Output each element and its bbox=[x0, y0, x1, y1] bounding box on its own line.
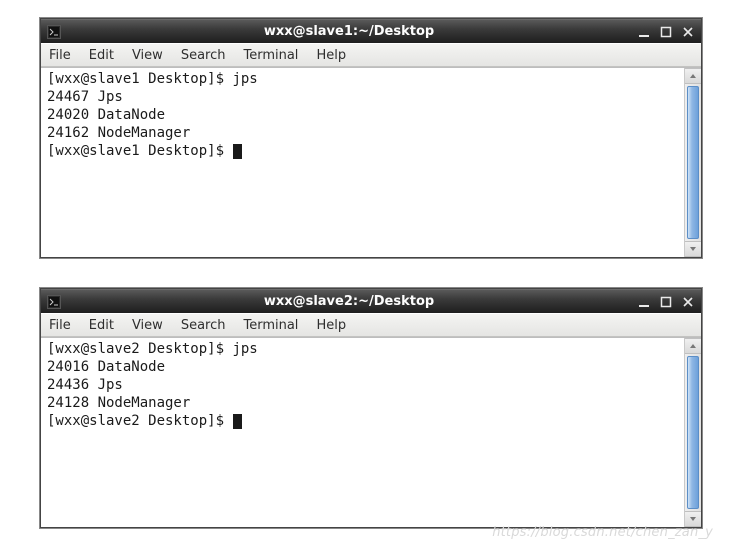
cursor-icon bbox=[233, 144, 242, 159]
terminal-line: 24467 Jps bbox=[47, 88, 678, 106]
cursor-icon bbox=[233, 414, 242, 429]
maximize-button[interactable] bbox=[659, 25, 673, 39]
terminal-line: [wxx@slave2 Desktop]$ bbox=[47, 412, 678, 430]
terminal-content[interactable]: [wxx@slave2 Desktop]$ jps24016 DataNode2… bbox=[41, 338, 684, 527]
menu-edit[interactable]: Edit bbox=[89, 48, 114, 63]
terminal-line: [wxx@slave2 Desktop]$ jps bbox=[47, 340, 678, 358]
scroll-thumb[interactable] bbox=[687, 86, 699, 239]
terminal-app-icon bbox=[47, 295, 61, 309]
terminal-line: 24016 DataNode bbox=[47, 358, 678, 376]
window-title: wxx@slave1:~/Desktop bbox=[67, 24, 631, 39]
menu-file[interactable]: File bbox=[49, 318, 71, 333]
menu-view[interactable]: View bbox=[132, 318, 163, 333]
scroll-down-button[interactable] bbox=[685, 511, 701, 527]
terminal-content[interactable]: [wxx@slave1 Desktop]$ jps24467 Jps24020 … bbox=[41, 68, 684, 257]
scroll-thumb[interactable] bbox=[687, 356, 699, 509]
menu-terminal[interactable]: Terminal bbox=[243, 318, 298, 333]
titlebar[interactable]: wxx@slave1:~/Desktop bbox=[41, 19, 701, 43]
scroll-up-button[interactable] bbox=[685, 338, 701, 354]
minimize-button[interactable] bbox=[637, 25, 651, 39]
scroll-up-button[interactable] bbox=[685, 68, 701, 84]
menu-help[interactable]: Help bbox=[316, 318, 346, 333]
terminal-app-icon bbox=[47, 25, 61, 39]
terminal-window: wxx@slave1:~/Desktop File Edit View Sear… bbox=[40, 18, 702, 258]
menu-search[interactable]: Search bbox=[181, 318, 226, 333]
terminal-line: [wxx@slave1 Desktop]$ jps bbox=[47, 70, 678, 88]
menu-file[interactable]: File bbox=[49, 48, 71, 63]
window-title: wxx@slave2:~/Desktop bbox=[67, 294, 631, 309]
terminal-line: 24162 NodeManager bbox=[47, 124, 678, 142]
menubar: File Edit View Search Terminal Help bbox=[41, 43, 701, 67]
scrollbar[interactable] bbox=[684, 68, 701, 257]
menu-edit[interactable]: Edit bbox=[89, 318, 114, 333]
titlebar[interactable]: wxx@slave2:~/Desktop bbox=[41, 289, 701, 313]
menu-help[interactable]: Help bbox=[316, 48, 346, 63]
close-button[interactable] bbox=[681, 295, 695, 309]
terminal-line: 24436 Jps bbox=[47, 376, 678, 394]
close-button[interactable] bbox=[681, 25, 695, 39]
scroll-down-button[interactable] bbox=[685, 241, 701, 257]
menu-search[interactable]: Search bbox=[181, 48, 226, 63]
scrollbar[interactable] bbox=[684, 338, 701, 527]
terminal-window: wxx@slave2:~/Desktop File Edit View Sear… bbox=[40, 288, 702, 528]
menu-view[interactable]: View bbox=[132, 48, 163, 63]
maximize-button[interactable] bbox=[659, 295, 673, 309]
minimize-button[interactable] bbox=[637, 295, 651, 309]
menubar: File Edit View Search Terminal Help bbox=[41, 313, 701, 337]
terminal-line: 24020 DataNode bbox=[47, 106, 678, 124]
terminal-line: [wxx@slave1 Desktop]$ bbox=[47, 142, 678, 160]
menu-terminal[interactable]: Terminal bbox=[243, 48, 298, 63]
terminal-line: 24128 NodeManager bbox=[47, 394, 678, 412]
